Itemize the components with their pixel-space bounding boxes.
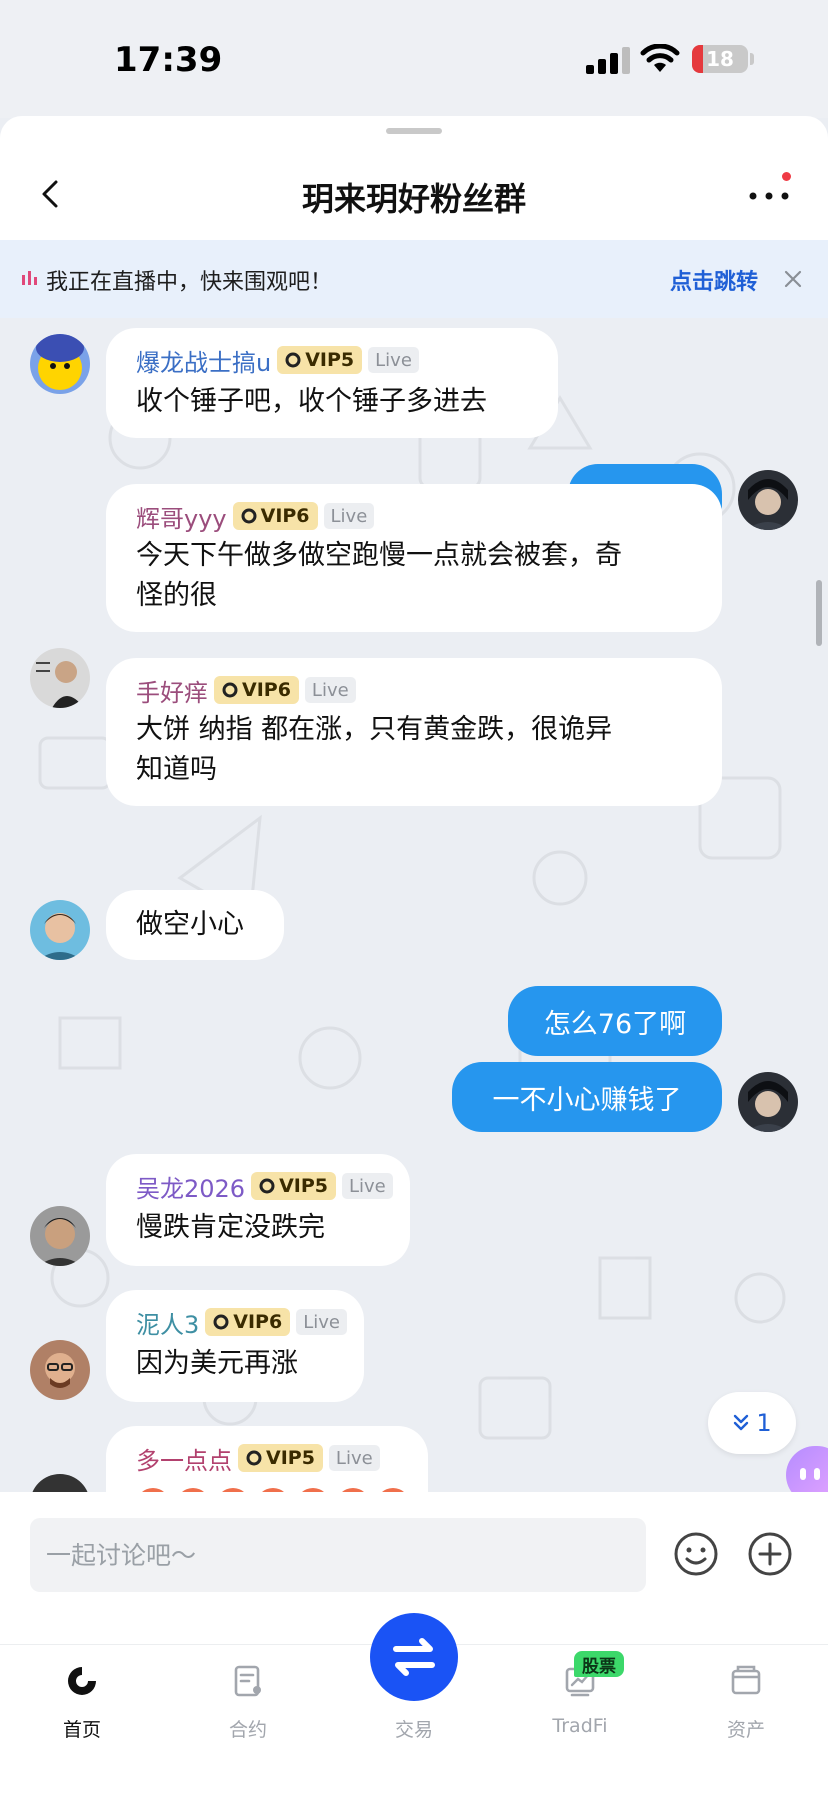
swap-arrows-icon	[393, 1638, 435, 1676]
message-text: 因为美元再涨	[136, 1348, 298, 1379]
tab-trade[interactable]: 交易	[354, 1613, 474, 1765]
tab-home[interactable]: 首页	[22, 1645, 142, 1765]
message-bubble[interactable]: 爆龙战士搞u VIP5 Live 收个锤子吧，收个锤子多进去	[106, 328, 558, 438]
message-sender: 吴龙2026 VIP5 Live	[136, 1169, 393, 1204]
status-time: 17:39	[114, 40, 223, 80]
banner-text: 我正在直播中，快来围观吧！	[46, 270, 333, 295]
live-tag: Live	[323, 503, 375, 529]
sender-name[interactable]: 泥人3	[136, 1305, 199, 1340]
live-tag: Live	[328, 1445, 380, 1471]
my-avatar[interactable]	[738, 470, 798, 530]
wifi-icon	[640, 44, 680, 72]
close-icon[interactable]	[782, 268, 804, 290]
tab-label: 资产	[726, 1719, 765, 1741]
live-tag: Live	[368, 347, 419, 373]
live-tag: Live	[304, 677, 356, 703]
double-chevron-down-icon	[734, 1414, 749, 1431]
message-bubble[interactable]: 泥人3 VIP6 Live 因为美元再涨	[106, 1290, 364, 1402]
avatar[interactable]	[30, 334, 90, 394]
live-indicator-icon	[22, 271, 38, 285]
vip-badge: VIP6	[232, 502, 318, 530]
avatar[interactable]	[30, 648, 90, 708]
sender-name[interactable]: 多一点点	[136, 1441, 232, 1476]
sender-name[interactable]: 手好痒	[136, 673, 208, 708]
message-text: 做空小心	[136, 909, 244, 940]
avatar[interactable]	[30, 1340, 90, 1400]
outgoing-message[interactable]: 一不小心赚钱了	[452, 1062, 722, 1132]
tab-assets[interactable]: 资产	[686, 1645, 806, 1765]
message-sender: 辉哥yyy VIP6 Live	[136, 499, 375, 534]
message-sender: 手好痒 VIP6 Live	[136, 673, 356, 708]
message-bubble[interactable]: 吴龙2026 VIP5 Live 慢跌肯定没跌完	[106, 1154, 410, 1266]
vip-badge: VIP6	[205, 1308, 291, 1336]
vip-logo-icon	[246, 1450, 262, 1466]
vip-logo-icon	[222, 682, 238, 698]
my-avatar[interactable]	[738, 1072, 798, 1132]
live-banner[interactable]: 我正在直播中，快来围观吧！ 点击跳转	[0, 240, 828, 318]
trade-button[interactable]	[370, 1613, 458, 1701]
status-bar: 17:39 18	[0, 0, 828, 118]
tab-contract[interactable]: 合约	[188, 1645, 308, 1765]
message-sender: 多一点点 VIP5 Live	[136, 1441, 380, 1476]
message-bubble[interactable]: 做空小心	[106, 890, 284, 960]
notification-dot	[782, 172, 791, 181]
avatar[interactable]	[30, 1206, 90, 1266]
message-bubble[interactable]: 辉哥yyy VIP6 Live 今天下午做多做空跑慢一点就会被套，奇 怪的很	[106, 484, 722, 632]
vip-badge: VIP6	[214, 676, 299, 704]
new-messages-count: 1	[756, 1409, 772, 1437]
vip-badge: VIP5	[251, 1172, 336, 1200]
sender-name[interactable]: 吴龙2026	[136, 1169, 245, 1204]
chat-message-list[interactable]: 爆龙战士搞u VIP5 Live 收个锤子吧，收个锤子多进去 支撑62 辉哥yy…	[0, 318, 828, 1492]
message-text: 慢跌肯定没跌完	[136, 1212, 325, 1243]
contract-icon	[234, 1665, 261, 1697]
stock-badge: 股票	[574, 1651, 624, 1677]
banner-jump-link[interactable]: 点击跳转	[670, 264, 758, 296]
avatar[interactable]	[30, 900, 90, 960]
live-tag: Live	[296, 1309, 347, 1335]
scrollbar[interactable]	[816, 580, 822, 646]
message-bubble[interactable]: 多一点点 VIP5 Live	[106, 1426, 428, 1492]
message-input[interactable]	[30, 1518, 646, 1592]
chat-header: 玥来玥好粉丝群	[0, 116, 828, 240]
vip-logo-icon	[241, 508, 257, 524]
emoji-icon[interactable]	[672, 1530, 720, 1578]
vip-badge: VIP5	[277, 346, 363, 374]
sender-name[interactable]: 爆龙战士搞u	[136, 343, 271, 378]
wallet-icon	[731, 1665, 761, 1695]
message-sender: 爆龙战士搞u VIP5 Live	[136, 343, 419, 378]
more-dots-icon[interactable]	[744, 176, 794, 212]
tab-label: 首页	[62, 1719, 101, 1741]
vip-logo-icon	[213, 1314, 229, 1330]
message-sender: 泥人3 VIP6 Live	[136, 1305, 347, 1340]
new-messages-button[interactable]: 1	[708, 1392, 796, 1454]
message-text: 大饼 纳指 都在涨，只有黄金跌，很诡异 知道吗	[136, 714, 613, 785]
message-text: 收个锤子吧，收个锤子多进去	[136, 386, 487, 417]
home-logo-icon	[68, 1667, 96, 1695]
battery-icon: 18	[692, 45, 748, 73]
outgoing-message[interactable]: 怎么76了啊	[508, 986, 722, 1056]
tab-label: 交易	[394, 1719, 433, 1741]
vip-logo-icon	[285, 352, 301, 368]
vip-logo-icon	[259, 1178, 275, 1194]
live-tag: Live	[342, 1173, 393, 1199]
plus-circle-icon[interactable]	[746, 1530, 794, 1578]
vip-badge: VIP5	[238, 1444, 323, 1472]
sheet-grabber[interactable]	[386, 128, 442, 134]
page-title: 玥来玥好粉丝群	[301, 180, 526, 218]
tab-label: 合约	[228, 1719, 267, 1741]
battery-level: 18	[706, 47, 734, 71]
tab-label: TradFi	[552, 1715, 608, 1737]
message-text: 今天下午做多做空跑慢一点就会被套，奇 怪的很	[136, 540, 622, 611]
bottom-tab-bar: 首页 合约 交易 TradFi 股票 资产	[0, 1613, 828, 1801]
cellular-signal-icon	[586, 46, 630, 74]
sender-name[interactable]: 辉哥yyy	[136, 499, 227, 534]
message-bubble[interactable]: 手好痒 VIP6 Live 大饼 纳指 都在涨，只有黄金跌，很诡异 知道吗	[106, 658, 722, 806]
